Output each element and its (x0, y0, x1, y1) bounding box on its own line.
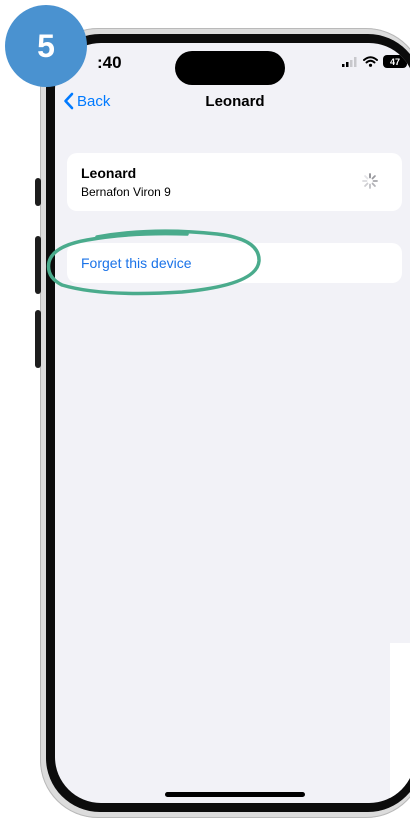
device-card: Leonard Bernafon Viron 9 (67, 153, 402, 211)
step-number-badge: 5 (5, 5, 87, 87)
highlight-circle-annotation (46, 229, 261, 296)
mute-switch (35, 178, 41, 206)
status-time: :40 (97, 53, 122, 72)
wifi-icon (363, 56, 378, 67)
page-title: Leonard (205, 93, 265, 110)
volume-down-button (35, 310, 41, 368)
device-name: Leonard (81, 165, 137, 181)
screen-overlay-strip (390, 643, 410, 803)
device-model: Bernafon Viron 9 (81, 185, 171, 199)
battery-icon: 47 (383, 55, 407, 68)
dynamic-island (175, 51, 285, 85)
home-indicator (165, 792, 305, 797)
volume-up-button (35, 236, 41, 294)
cellular-signal-icon (342, 56, 357, 67)
status-icons: 47 (342, 55, 407, 68)
phone-screen: :40 47 Back Leonard Leonard Bernafon Vir… (55, 43, 410, 803)
loading-spinner-icon (362, 173, 378, 189)
